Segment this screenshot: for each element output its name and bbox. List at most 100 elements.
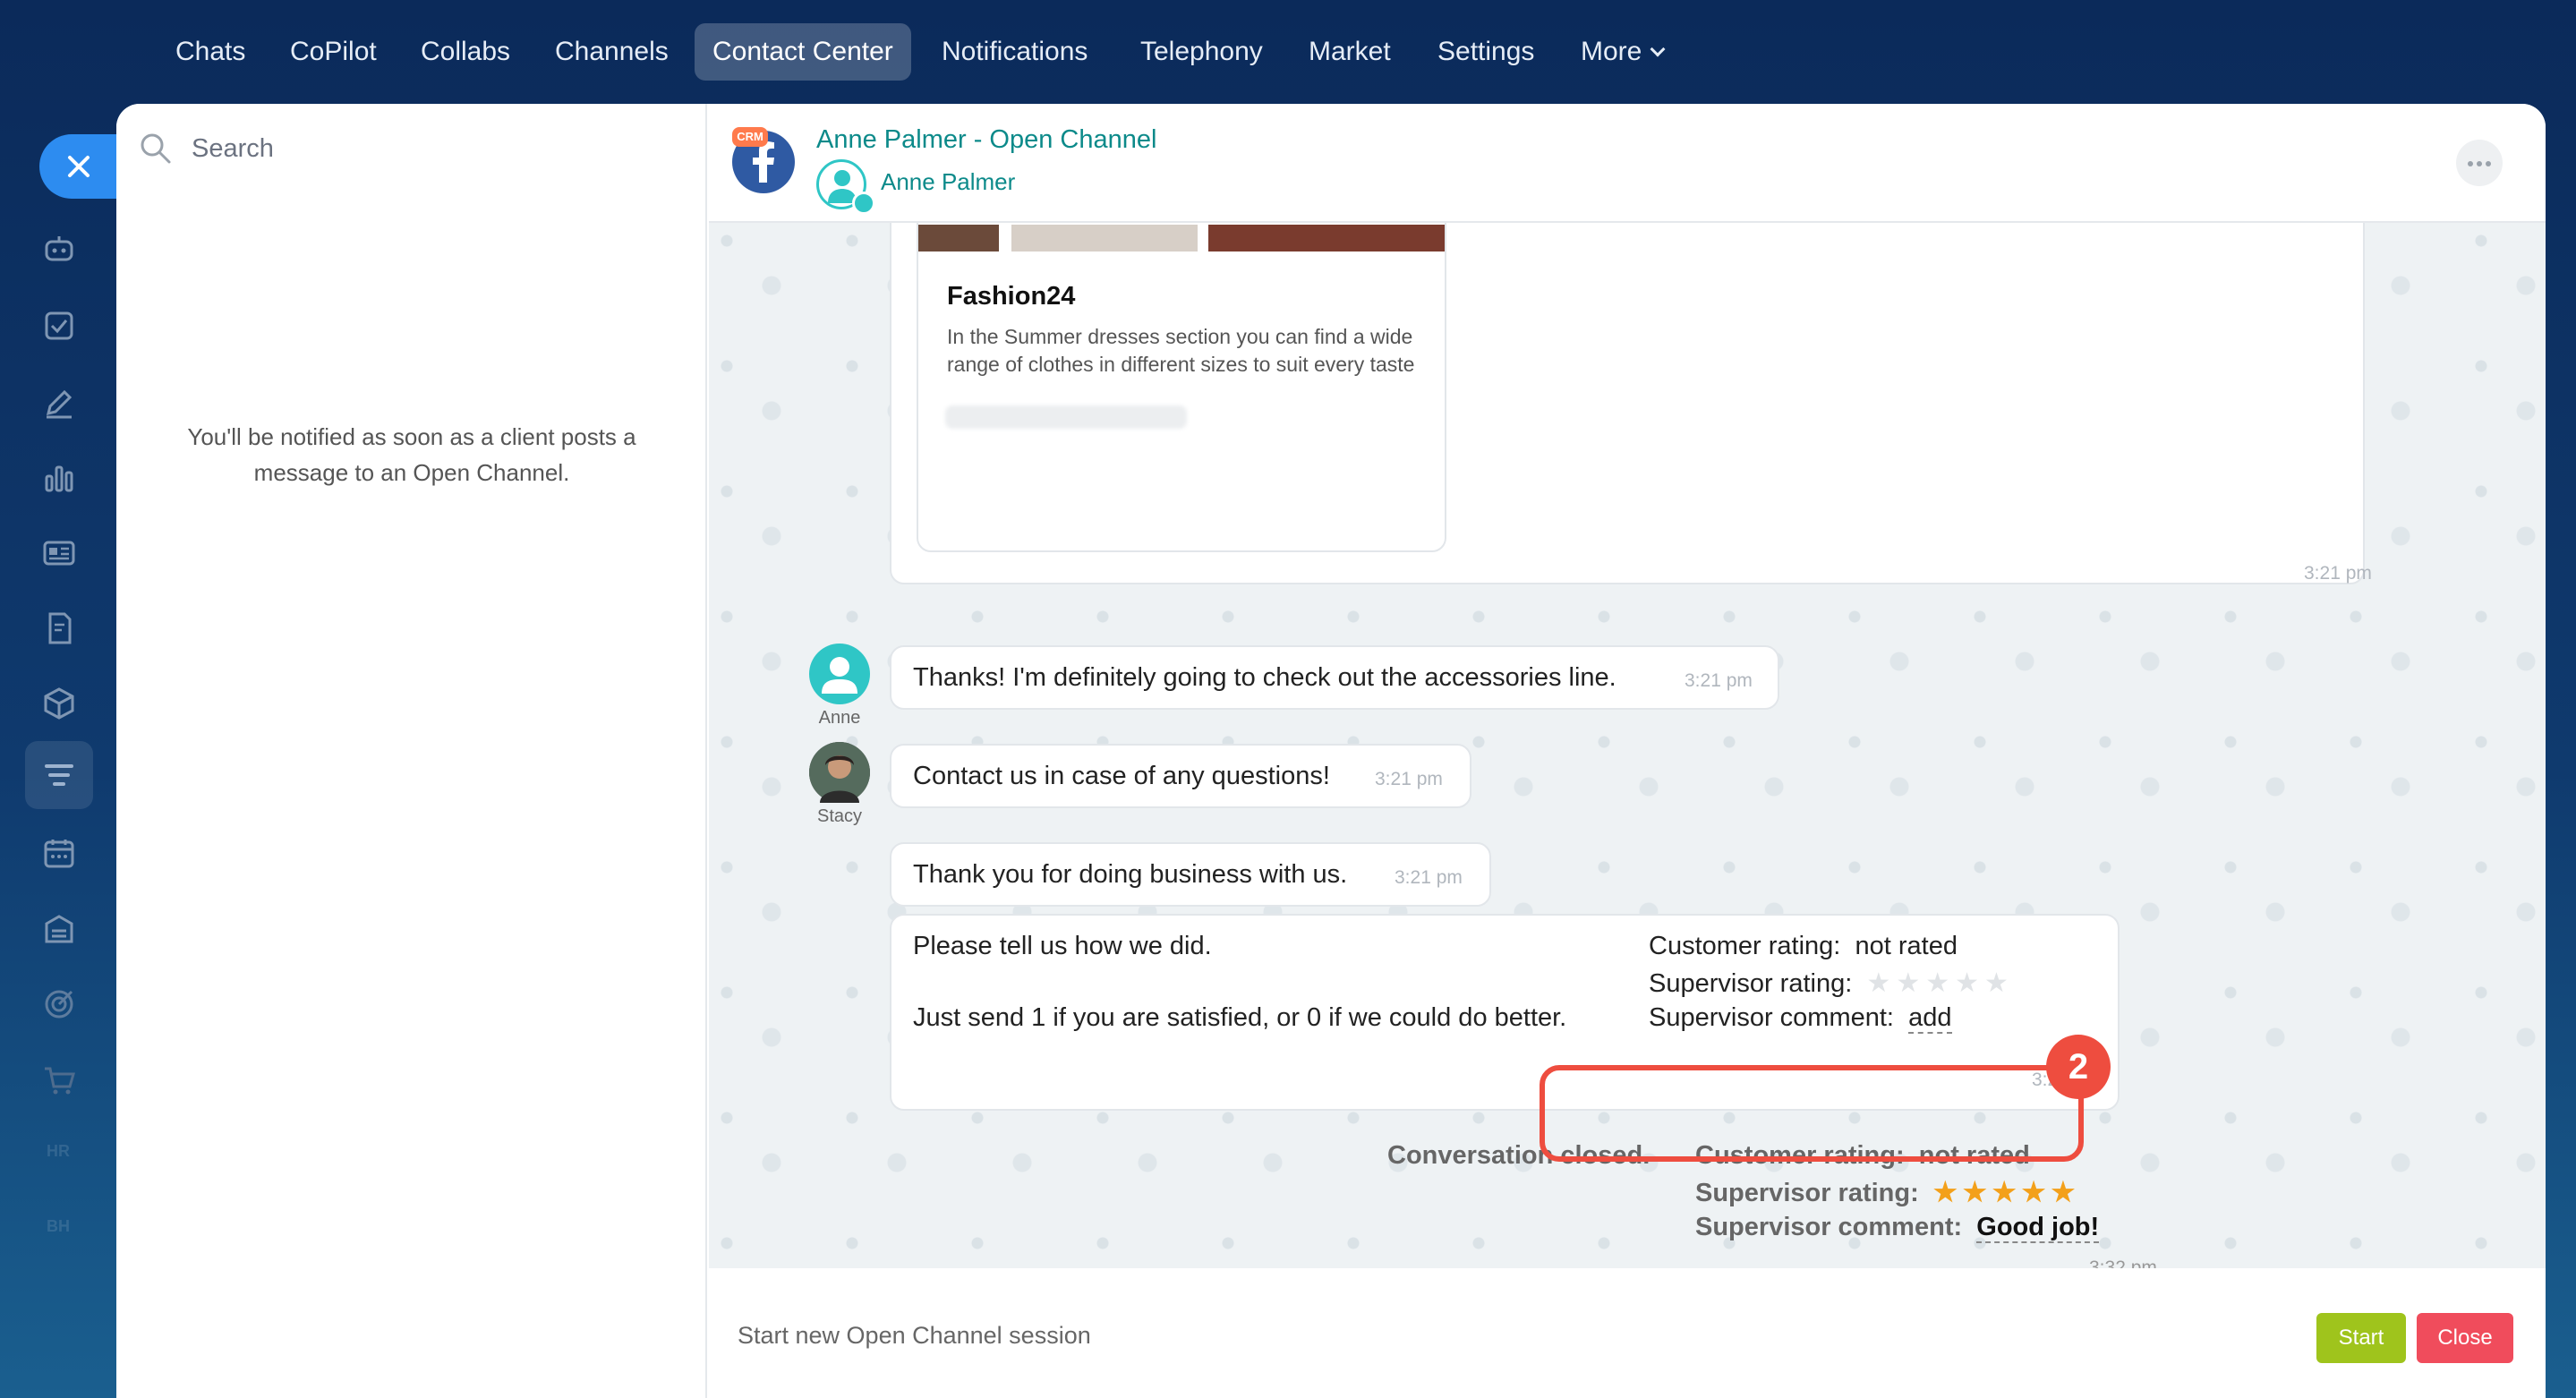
close-button[interactable]: Close [2417,1313,2513,1363]
user-status-badge-icon [852,192,875,215]
nav-market[interactable]: Market [1291,23,1409,81]
supervisor-rating: Supervisor rating: ★ ★ ★ ★ ★ [1649,968,2014,999]
supervisor-comment-link[interactable]: Good job! [1976,1213,2100,1243]
message-time: 3:21 pm [2304,563,2372,584]
task-check-icon[interactable] [39,306,79,345]
avatar[interactable] [809,742,870,803]
crm-badge: CRM [732,127,768,147]
star-icon[interactable]: ★ [1955,968,1979,998]
supervisor-comment: Supervisor comment: add [1649,1003,1952,1034]
pen-icon[interactable] [39,383,79,422]
customer-rating: Customer rating: not rated [1649,932,1958,961]
message-time: 3:21 pm [1395,867,1463,888]
card-image [1208,225,1445,251]
sender-name: Stacy [816,806,863,826]
star-icon[interactable]: ★ [1925,968,1949,998]
robot-icon[interactable] [39,229,79,269]
nav-notifications[interactable]: Notifications [924,23,1105,81]
star-icon[interactable]: ★ [1896,968,1920,998]
chat-window: CRM Anne Palmer - Open Channel Anne Palm… [709,104,2546,1398]
customer-rating-label: Customer rating: [1649,932,1841,960]
star-rating-input[interactable]: ★ ★ ★ ★ ★ [1866,968,2014,998]
dot-icon [2486,161,2491,166]
message-bubble: Thanks! I'm definitely going to check ou… [890,645,1779,710]
more-options-button[interactable] [2456,140,2503,186]
nav-more[interactable]: More [1563,23,1681,81]
nav-more-label: More [1581,37,1642,66]
rail-faded-label[interactable]: BH [47,1217,70,1236]
card-title: Fashion24 [947,282,1076,311]
message-time: 3:21 pm [1685,670,1753,691]
closed-supervisor-rating: Supervisor rating: ★ ★ ★ ★ ★ [1695,1177,2080,1208]
closed-supervisor-comment-label: Supervisor comment: [1695,1213,1963,1241]
star-icon[interactable]: ★ [1933,1178,1958,1207]
chat-user-name[interactable]: Anne Palmer [881,168,1015,196]
nav-settings[interactable]: Settings [1420,23,1552,81]
nav-contact-center[interactable]: Contact Center [695,23,911,81]
user-photo-icon [809,742,870,803]
chat-footer: Start new Open Channel session Start Clo… [709,1268,2546,1398]
search-icon [141,133,171,164]
supervisor-rating-label: Supervisor rating: [1649,969,1853,998]
star-icon[interactable]: ★ [2022,1178,2046,1207]
news-card-icon[interactable] [39,533,79,573]
star-icon[interactable]: ★ [1963,1178,1987,1207]
nav-collabs[interactable]: Collabs [403,23,528,81]
star-icon[interactable]: ★ [1984,968,2009,998]
session-prompt: Start new Open Channel session [738,1322,1091,1349]
cart-icon[interactable] [39,1060,79,1099]
card-description: In the Summer dresses section you can fi… [947,325,1415,376]
star-icon[interactable]: ★ [1992,1178,2017,1207]
close-panel-button[interactable] [39,134,129,199]
closed-supervisor-comment: Supervisor comment: Good job! [1695,1213,2100,1243]
chat-header: CRM Anne Palmer - Open Channel Anne Palm… [709,104,2546,223]
star-icon[interactable]: ★ [2051,1178,2076,1207]
message-text: Contact us in case of any questions! [913,762,1330,790]
target-icon[interactable] [39,985,79,1024]
left-rail: HR BH [0,104,129,1398]
card-image [918,225,999,251]
message-text: Thanks! I'm definitely going to check ou… [913,663,1616,692]
product-card[interactable]: Fashion24 In the Summer dresses section … [917,223,1446,552]
card-image [1011,225,1198,251]
message-time: 3:32 pm [2089,1257,2157,1268]
top-navigation: Chats CoPilot Collabs Channels Contact C… [0,0,2576,104]
dot-icon [2477,161,2482,166]
calendar-grid-icon[interactable] [39,834,79,874]
dot-icon [2468,161,2473,166]
callout-number-badge: 2 [2046,1035,2111,1099]
filter-icon[interactable] [25,741,93,809]
sender-name: Anne [818,708,861,728]
storage-icon[interactable] [39,909,79,949]
message-time: 3:21 pm [1375,769,1443,789]
add-comment-link[interactable]: add [1908,1003,1952,1034]
empty-state-message: You'll be notified as soon as a client p… [187,423,636,486]
customer-rating-value: not rated [1855,932,1958,960]
nav-chats[interactable]: Chats [158,23,263,81]
message-text: Just send 1 if you are satisfied, or 0 i… [913,1003,1567,1032]
chevron-down-icon [1650,41,1666,57]
rail-faded-label[interactable]: HR [47,1142,70,1161]
avatar[interactable] [809,644,870,704]
message-bubble: Thank you for doing business with us. 3:… [890,842,1491,907]
supervisor-comment-label: Supervisor comment: [1649,1003,1894,1032]
close-icon [68,156,90,177]
search-input[interactable]: Search [192,134,274,164]
user-icon [822,657,857,694]
message-text: Please tell us how we did. [913,932,1212,960]
document-edit-icon[interactable] [39,609,79,648]
message-bubble: Contact us in case of any questions! 3:2… [890,744,1471,808]
nav-copilot[interactable]: CoPilot [272,23,395,81]
nav-channels[interactable]: Channels [537,23,687,81]
start-button[interactable]: Start [2316,1313,2406,1363]
star-rating-display[interactable]: ★ ★ ★ ★ ★ [1933,1178,2081,1207]
star-icon[interactable]: ★ [1866,968,1890,998]
cube-icon[interactable] [39,684,79,723]
chart-bars-icon[interactable] [39,458,79,498]
message-text: Thank you for doing business with us. [913,860,1348,889]
closed-supervisor-rating-label: Supervisor rating: [1695,1179,1919,1207]
nav-telephony[interactable]: Telephony [1122,23,1281,81]
chat-list-panel: Search You'll be notified as soon as a c… [116,104,707,1398]
card-link-placeholder [945,405,1187,429]
chat-title[interactable]: Anne Palmer - Open Channel [816,125,1156,155]
